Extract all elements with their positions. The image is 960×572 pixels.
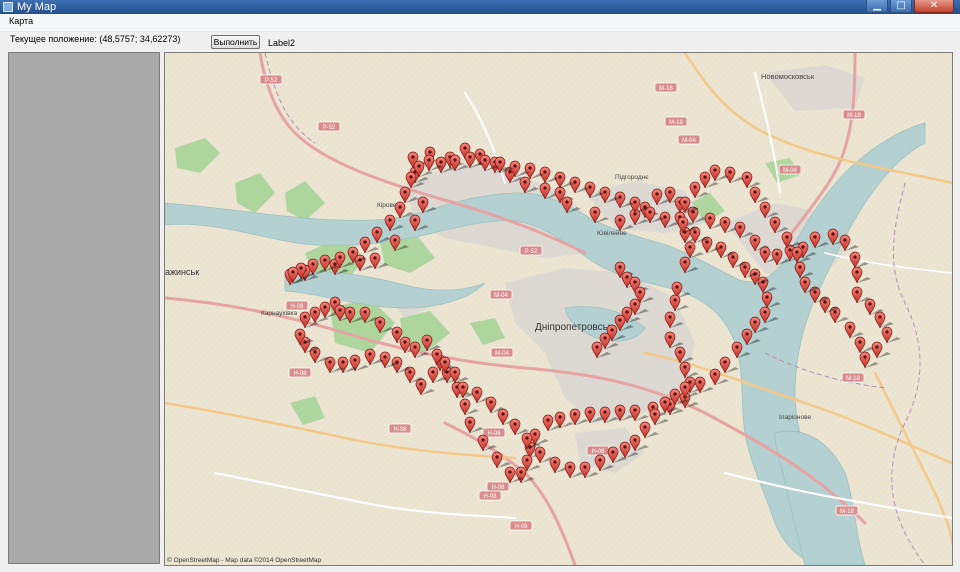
place-label: Дніпропетровськ [535,322,613,333]
road-shield: Н-08 [285,300,309,311]
side-panel [8,52,160,564]
road-shield: М-04 [677,134,701,145]
map-view[interactable]: Новомосковськ Підгороднє Кірове Ювілейне… [164,52,953,566]
road-shield: М-04 [489,289,513,300]
svg-text:М-18: М-18 [846,376,860,382]
map-attribution: © OpenStreetMap - Map data ©2014 OpenStr… [167,557,322,564]
road-shield: М-18 [842,109,866,120]
close-button[interactable]: ✕ [914,0,954,13]
place-label: Іларіонове [779,413,811,421]
svg-text:Н-08: Н-08 [514,524,528,530]
label2: Label2 [268,38,296,48]
svg-text:Н-08: Н-08 [591,449,605,455]
svg-text:Р-52: Р-52 [525,249,538,255]
minimize-button[interactable]: ▁ [866,0,888,13]
road-shield: Н-08 [482,427,506,438]
road-shield: М-18 [654,82,678,93]
svg-text:М-04: М-04 [494,293,508,299]
svg-text:Р-52: Р-52 [265,78,278,84]
svg-text:М-18: М-18 [659,86,673,92]
svg-text:Н-08: Н-08 [487,431,501,437]
current-position-label: Текущее положение: (48,5757; 34,62273) [10,34,181,44]
maximize-button[interactable]: □ [890,0,912,13]
window-title: My Map [17,1,57,13]
place-label: Кірове [377,201,397,209]
road-shield: Н-08 [288,367,312,378]
svg-text:М-04: М-04 [783,168,797,174]
svg-text:Н-08: Н-08 [393,427,407,433]
svg-text:Н-08: Н-08 [491,485,505,491]
road-shield: Н-08 [509,520,533,531]
road-shield: Н-08 [586,445,610,456]
map-canvas[interactable]: Новомосковськ Підгороднє Кірове Ювілейне… [165,53,952,565]
window-controls: ▁ □ ✕ [864,0,954,14]
svg-text:М-04: М-04 [495,351,509,357]
road-shield: Р-52 [519,245,543,256]
svg-text:М-18: М-18 [847,113,861,119]
place-label: ажинськ [165,267,199,277]
svg-text:Н-08: Н-08 [293,371,307,377]
road-shield: М-18 [835,505,859,516]
road-shield: М-04 [490,347,514,358]
svg-text:М-18: М-18 [669,120,683,126]
road-shield: М-18 [841,372,865,383]
svg-text:Н-08: Н-08 [290,304,304,310]
run-button[interactable]: Выполнить [211,35,260,49]
title-bar: My Map ▁ □ ✕ [0,0,960,14]
place-label: Новомосковськ [761,72,815,81]
svg-text:Р-52: Р-52 [323,125,336,131]
road-shield: Р-52 [317,121,341,132]
road-shield: М-04 [778,164,802,175]
svg-text:Н-08: Н-08 [483,494,497,500]
road-shield: Н-08 [478,490,502,501]
svg-text:М-18: М-18 [840,509,854,515]
menu-bar: Карта [0,14,960,32]
road-shield: Н-08 [486,481,510,492]
app-icon [3,2,13,12]
place-label: Підгороднє [615,173,649,181]
menu-item-map[interactable]: Карта [9,16,33,26]
road-shield: Н-08 [388,423,412,434]
road-shield: Р-52 [259,74,283,85]
road-shield: М-18 [664,116,688,127]
svg-text:М-04: М-04 [682,138,696,144]
